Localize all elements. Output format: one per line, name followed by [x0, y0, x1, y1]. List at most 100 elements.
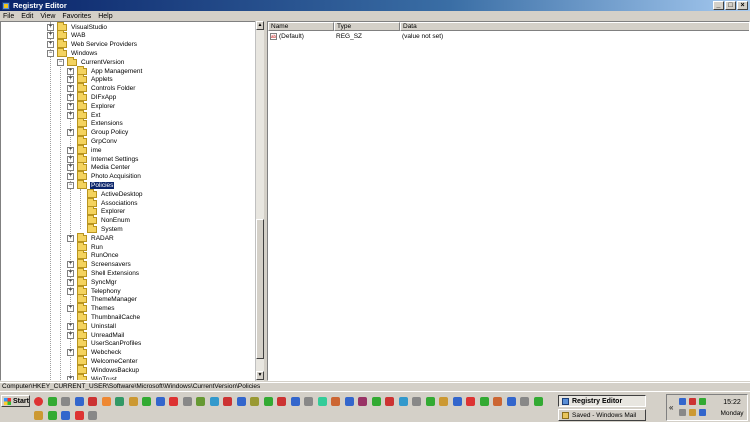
registry-tree[interactable]: + VisualStudio + WAB + Web Service Providers −… — [0, 21, 264, 381]
quick-launch-icon[interactable] — [317, 397, 327, 406]
quick-launch-icon[interactable] — [47, 397, 57, 406]
tree-node[interactable]: + WAB — [47, 30, 87, 40]
start-button[interactable]: Start — [1, 395, 30, 407]
task-windows-mail[interactable]: Saved - Windows Mail — [558, 409, 646, 421]
tree-scrollbar[interactable]: ▲ ▼ — [255, 21, 264, 381]
quick-launch-icon[interactable] — [533, 397, 543, 406]
tree-node[interactable]: + Applets — [67, 74, 114, 84]
expand-icon[interactable]: + — [67, 261, 74, 269]
expand-icon[interactable]: + — [67, 287, 74, 295]
menu-view[interactable]: View — [40, 13, 55, 20]
quick-launch-icon[interactable] — [250, 397, 259, 406]
menu-help[interactable]: Help — [98, 13, 112, 20]
expand-icon[interactable]: + — [67, 375, 74, 380]
tree-node[interactable]: RunOnce — [67, 250, 119, 260]
tree-node[interactable]: + UnreadMail — [67, 329, 125, 340]
expand-icon[interactable]: + — [67, 331, 74, 339]
expand-icon[interactable]: + — [67, 76, 74, 84]
expand-icon[interactable]: + — [67, 305, 74, 313]
expand-icon[interactable]: + — [67, 129, 74, 137]
maximize-button[interactable]: □ — [725, 1, 736, 10]
quick-launch-icon[interactable] — [331, 397, 340, 406]
tree-node[interactable]: + Explorer — [67, 100, 116, 111]
quick-launch-icon[interactable] — [452, 397, 462, 406]
quick-launch-icon[interactable] — [34, 397, 43, 406]
quick-launch-icon[interactable] — [506, 397, 516, 406]
tree-node[interactable]: + SyncMgr — [67, 276, 118, 287]
quick-launch-icon[interactable] — [61, 411, 70, 420]
quick-launch-icon[interactable] — [88, 397, 97, 406]
clock-time[interactable]: 15:22 — [717, 399, 747, 406]
quick-launch-icon[interactable] — [466, 397, 475, 406]
minimize-button[interactable]: _ — [713, 1, 724, 10]
quick-launch-icon[interactable] — [74, 397, 84, 406]
quick-launch-icon[interactable] — [34, 411, 43, 420]
tree-node[interactable]: + RADAR — [67, 232, 115, 243]
tree-node[interactable]: + ime — [67, 144, 102, 155]
expand-icon[interactable]: + — [67, 102, 74, 110]
quick-launch-icon[interactable] — [101, 397, 111, 406]
quick-launch-icon[interactable] — [371, 397, 381, 406]
tree-node[interactable]: GrpConv — [67, 135, 118, 146]
tray-icon[interactable] — [689, 398, 696, 405]
quick-launch-icon[interactable] — [142, 397, 151, 406]
quick-launch-icon[interactable] — [479, 397, 489, 406]
expand-icon[interactable]: + — [67, 278, 74, 286]
expand-icon[interactable]: + — [67, 146, 74, 154]
expand-icon[interactable]: + — [47, 32, 54, 40]
tray-icon[interactable] — [699, 398, 706, 405]
quick-launch-icon[interactable] — [88, 411, 97, 420]
tray-icon[interactable] — [679, 398, 686, 405]
quick-launch-icon[interactable] — [344, 397, 354, 406]
values-list[interactable]: Name Type Data ab (Default) REG_SZ (valu… — [267, 21, 750, 381]
scroll-thumb[interactable] — [256, 219, 264, 359]
menu-edit[interactable]: Edit — [21, 13, 33, 20]
quick-launch-icon[interactable] — [74, 411, 84, 420]
tree-node[interactable]: + Webcheck — [67, 347, 122, 357]
quick-launch-icon[interactable] — [47, 411, 57, 420]
quick-launch-icon[interactable] — [128, 397, 138, 406]
expand-icon[interactable]: + — [67, 349, 74, 357]
tree-node[interactable]: Explorer — [77, 206, 126, 216]
column-data[interactable]: Data — [400, 22, 749, 31]
column-name[interactable]: Name — [268, 22, 334, 31]
tree-node[interactable]: Extensions — [67, 118, 124, 128]
quick-launch-icon[interactable] — [358, 397, 367, 406]
tray-expand-icon[interactable]: « — [669, 403, 673, 412]
task-registry-editor[interactable]: Registry Editor — [558, 395, 646, 407]
collapse-icon[interactable]: − — [47, 49, 54, 57]
quick-launch-icon[interactable] — [155, 397, 165, 406]
expand-icon[interactable]: + — [67, 93, 74, 101]
quick-launch-icon[interactable] — [196, 397, 205, 406]
quick-launch-icon[interactable] — [182, 397, 192, 406]
tree-node[interactable]: + DIFxApp — [67, 91, 117, 102]
close-button[interactable]: × — [737, 1, 748, 10]
quick-launch-icon[interactable] — [412, 397, 421, 406]
quick-launch-icon[interactable] — [425, 397, 435, 406]
tree-node[interactable]: + WinTrust — [67, 373, 118, 380]
tray-icon[interactable] — [689, 409, 696, 416]
tree-node[interactable]: + Themes — [67, 303, 115, 313]
expand-icon[interactable]: + — [67, 155, 74, 163]
quick-launch-icon[interactable] — [236, 397, 246, 406]
quick-launch-icon[interactable] — [439, 397, 448, 406]
tree-node[interactable]: + Uninstall — [67, 320, 117, 331]
expand-icon[interactable]: + — [67, 111, 74, 119]
expand-icon[interactable]: + — [67, 234, 74, 242]
quick-launch-icon[interactable] — [290, 397, 300, 406]
expand-icon[interactable]: + — [47, 41, 54, 49]
menu-favorites[interactable]: Favorites — [62, 13, 91, 20]
tree-node[interactable]: − CurrentVersion — [57, 56, 125, 67]
quick-launch-icon[interactable] — [398, 397, 408, 406]
collapse-icon[interactable]: − — [57, 58, 64, 66]
tree-node[interactable]: + Ext — [67, 109, 101, 120]
quick-launch-icon[interactable] — [61, 397, 70, 406]
tree-node[interactable]: NonEnum — [77, 215, 131, 225]
quick-launch-icon[interactable] — [115, 397, 124, 406]
value-row[interactable]: ab (Default) REG_SZ (value not set) — [268, 32, 749, 41]
quick-launch-icon[interactable] — [209, 397, 219, 406]
expand-icon[interactable]: + — [67, 173, 74, 181]
quick-launch-icon[interactable] — [385, 397, 394, 406]
expand-icon[interactable]: + — [67, 67, 74, 75]
quick-launch-icon[interactable] — [493, 397, 502, 406]
